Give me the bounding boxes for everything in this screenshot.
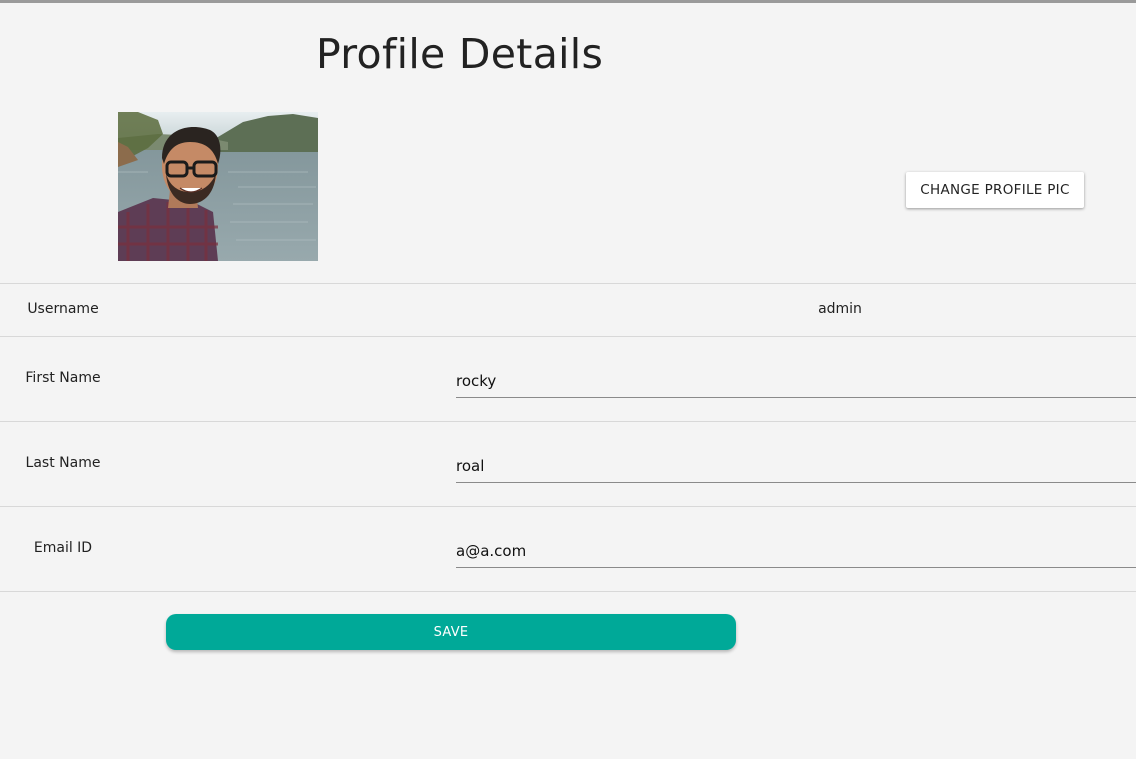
save-button[interactable]: SAVE: [166, 614, 736, 650]
divider: [0, 336, 1136, 337]
first-name-label: First Name: [25, 370, 101, 386]
last-name-label: Last Name: [25, 455, 101, 471]
top-border: [0, 0, 1136, 3]
change-profile-pic-button[interactable]: CHANGE PROFILE PIC: [906, 172, 1084, 208]
divider: [0, 591, 1136, 592]
email-label: Email ID: [33, 540, 93, 556]
divider: [0, 506, 1136, 507]
page-title: Profile Details: [316, 30, 604, 78]
divider: [0, 421, 1136, 422]
profile-picture: [118, 112, 318, 261]
last-name-input[interactable]: [456, 449, 1136, 483]
username-label: Username: [27, 301, 99, 317]
first-name-input[interactable]: [456, 364, 1136, 398]
username-value: admin: [818, 301, 862, 317]
email-input[interactable]: [456, 534, 1136, 568]
divider: [0, 283, 1136, 284]
